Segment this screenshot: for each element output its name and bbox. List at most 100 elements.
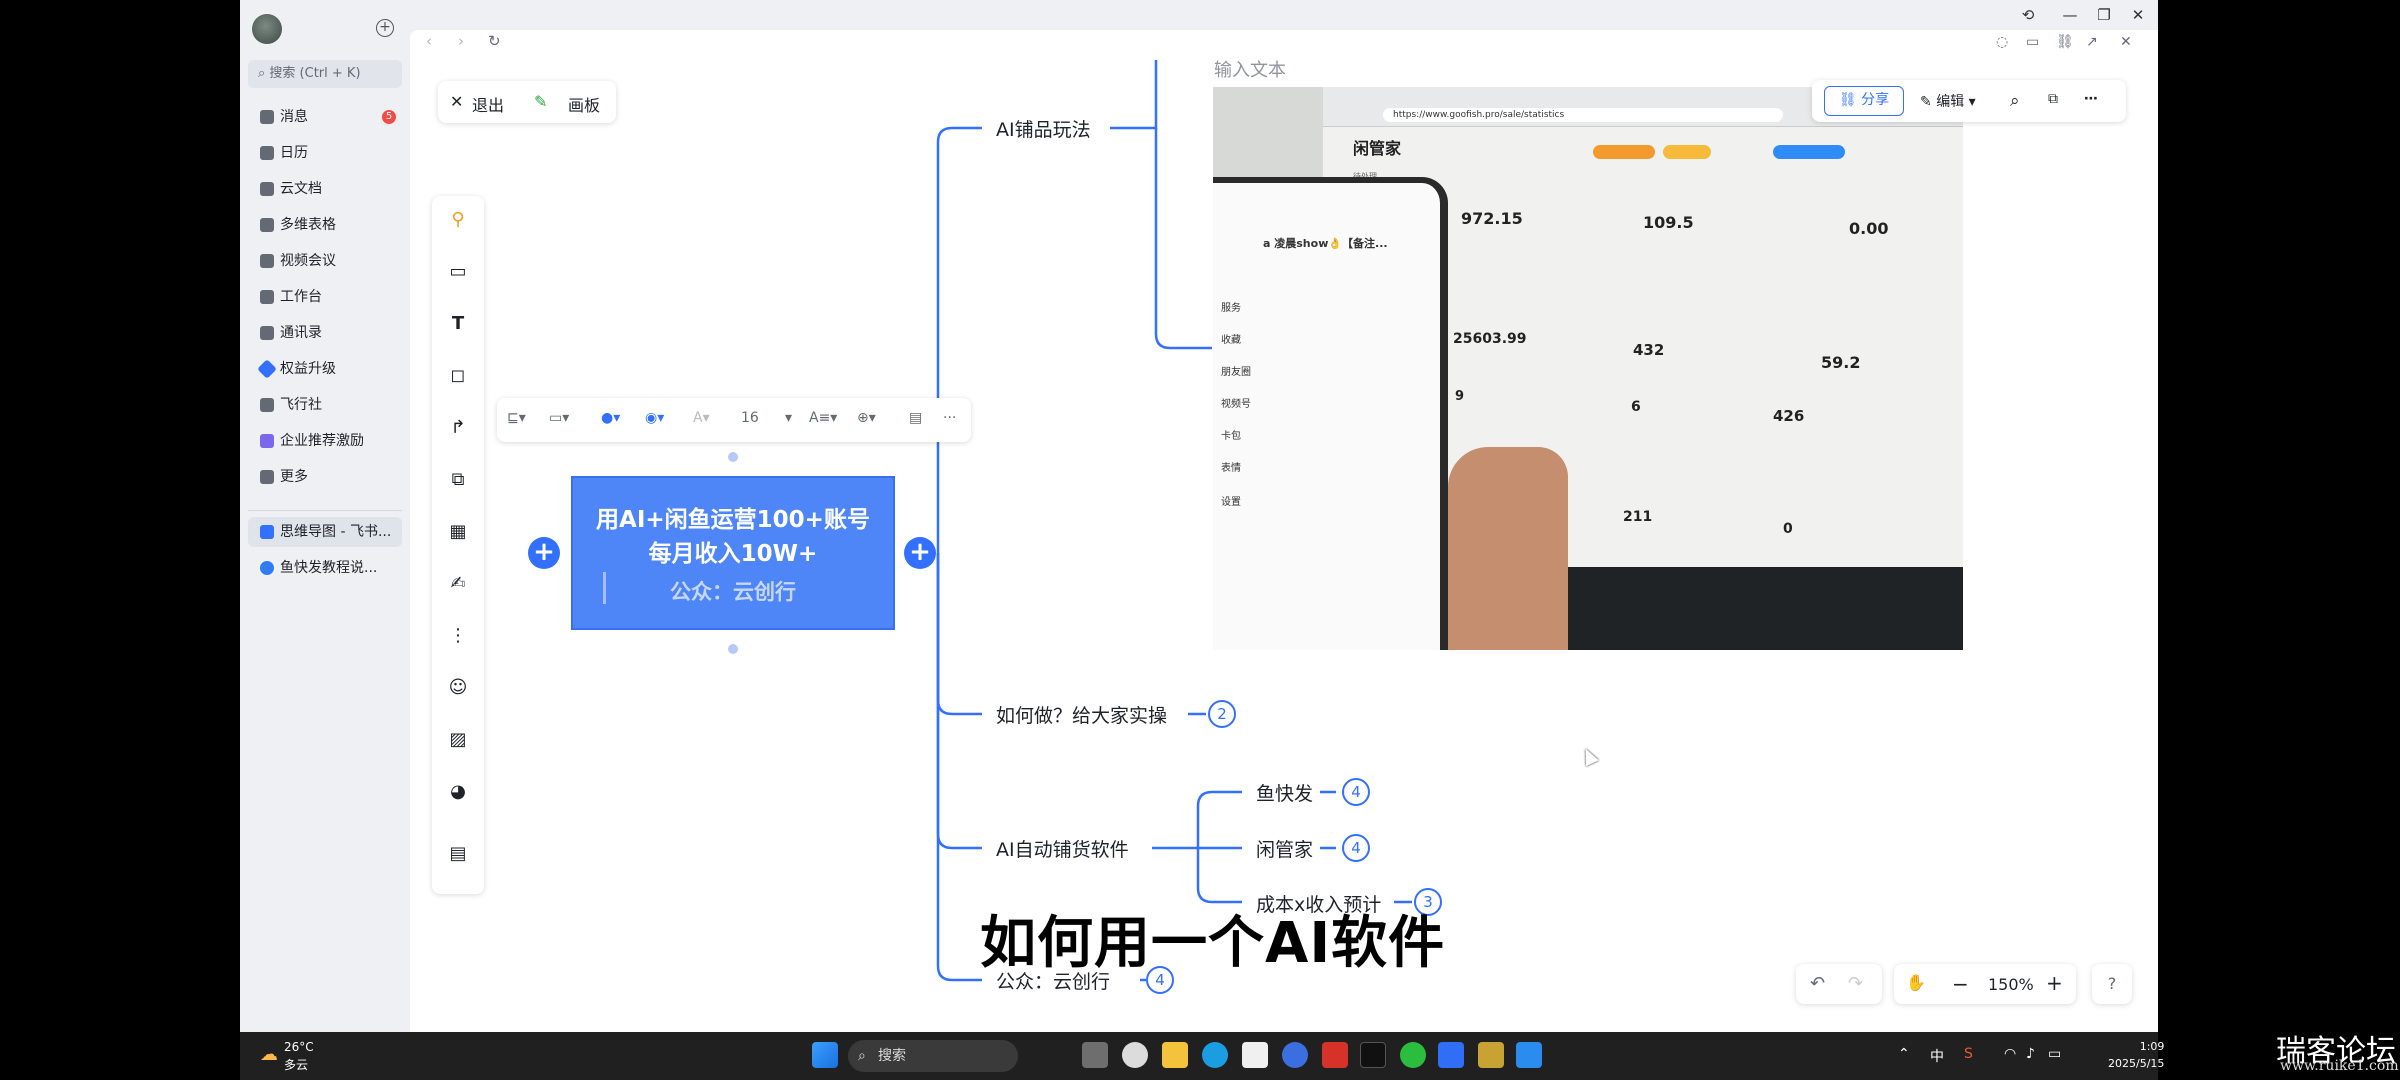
zoom-in-button[interactable]: + (2046, 971, 2063, 995)
window-icon[interactable]: ▭ (2026, 34, 2039, 50)
sidebar-item-meeting[interactable]: 视频会议 (248, 246, 402, 276)
sidebar-item-contacts[interactable]: 通讯录 (248, 318, 402, 348)
app-icon[interactable] (1478, 1042, 1504, 1068)
search-input[interactable]: ⌕ 搜索 (Ctrl + K) (248, 60, 402, 88)
text-style-icon[interactable]: A≡▾ (809, 410, 837, 426)
taskbar-search[interactable]: ⌕ 搜索 (848, 1040, 1018, 1072)
comment-icon[interactable]: ▤ (909, 410, 922, 426)
sidebar-item-workplace[interactable]: 工作台 (248, 282, 402, 312)
rectangle-icon[interactable]: ▭ (444, 258, 472, 286)
close-window-button[interactable]: ✕ (2126, 4, 2150, 26)
back-icon[interactable]: ‹ (426, 32, 432, 56)
image-icon[interactable]: ▨ (444, 726, 472, 754)
open-doc-mindmap[interactable]: 思维导图 - 飞书... (248, 517, 402, 547)
link-icon[interactable]: ⛓ (2056, 34, 2074, 50)
sidebar-item-base[interactable]: 多维表格 (248, 210, 402, 240)
close-icon[interactable]: ✕ (450, 92, 463, 111)
volume-icon[interactable]: ♪ (2026, 1046, 2035, 1062)
add-right-node-button[interactable]: + (904, 537, 936, 569)
feishu-icon[interactable] (1438, 1042, 1464, 1068)
pen-icon[interactable]: ✍ (444, 570, 472, 598)
layers-icon[interactable]: ⧉ (2048, 91, 2058, 107)
sogou-icon[interactable]: S (1964, 1046, 1973, 1062)
collapsed-count-badge[interactable]: 4 (1342, 834, 1370, 862)
add-left-node-button[interactable]: + (528, 537, 560, 569)
forward-icon[interactable]: › (458, 32, 464, 56)
taskbar-clock[interactable]: 1:09 2025/5/15 (2108, 1038, 2164, 1072)
insert-icon[interactable]: ⊕▾ (857, 410, 876, 426)
child-node-yukuaifa[interactable]: 鱼快发 (1256, 779, 1313, 806)
sidebar-item-docs[interactable]: 云文档 (248, 174, 402, 204)
collapsed-count-badge[interactable]: 2 (1208, 700, 1236, 728)
branch-node-how-to[interactable]: 如何做？给大家实操 (996, 701, 1167, 728)
panda-app-icon[interactable] (1242, 1042, 1268, 1068)
mindmap-icon[interactable]: ⋮ (444, 622, 472, 650)
minimize-button[interactable]: — (2058, 4, 2082, 26)
frame-icon[interactable]: ⧉ (444, 466, 472, 494)
browser-icon[interactable] (1282, 1042, 1308, 1068)
open-doc-tutorial[interactable]: 鱼快发教程说... (248, 553, 402, 583)
palette-icon[interactable]: ◕ (444, 778, 472, 806)
edge-icon[interactable] (1202, 1042, 1228, 1068)
wechat-icon[interactable] (1400, 1042, 1426, 1068)
restore-button[interactable]: ❐ (2092, 4, 2116, 26)
chevron-up-icon[interactable]: ⌃ (1898, 1046, 1910, 1062)
board-button[interactable]: 画板 (568, 92, 600, 116)
sidebar-item-more[interactable]: 更多 (248, 462, 402, 492)
fill-color-icon[interactable]: ●▾ (601, 410, 620, 426)
more-icon[interactable]: ⋯ (2084, 91, 2098, 107)
ime-indicator[interactable]: 中 (1930, 1046, 1944, 1066)
redo-icon[interactable]: ↷ (1848, 973, 1863, 994)
capcut-icon[interactable] (1360, 1042, 1386, 1068)
exit-button[interactable]: 退出 (472, 92, 504, 116)
search-icon[interactable]: ⌕ (2010, 91, 2020, 111)
central-node[interactable]: 用AI+闲鱼运营100+账号 每月收入10W+ 公众：云创行 (571, 476, 895, 630)
branch-node-ai-listing[interactable]: AI铺品玩法 (996, 115, 1091, 142)
share-button[interactable]: ⛓ 分享 (1824, 86, 1904, 116)
comment-icon[interactable]: ◌ (1996, 34, 2008, 50)
task-view-icon[interactable] (1082, 1042, 1108, 1068)
photos-icon[interactable] (1516, 1042, 1542, 1068)
history-icon[interactable]: ⟲ (2016, 4, 2040, 26)
edit-mode-button[interactable]: ✎ 编辑 ▾ (1920, 91, 1976, 111)
text-icon[interactable]: T (444, 310, 472, 338)
branch-node-ai-software[interactable]: AI自动铺货软件 (996, 835, 1129, 862)
comment-icon[interactable]: ▤ (444, 840, 472, 868)
zoom-level[interactable]: 150% (1988, 975, 2034, 994)
connector-icon[interactable]: ↱ (444, 414, 472, 442)
battery-icon[interactable]: ▭ (2048, 1046, 2061, 1062)
child-node-xianguanjia[interactable]: 闲管家 (1256, 835, 1313, 862)
refresh-icon[interactable]: ↻ (488, 32, 501, 56)
avatar[interactable] (252, 14, 282, 44)
font-size-select[interactable]: 16 (741, 410, 759, 426)
sidebar-item-calendar[interactable]: 日历 (248, 138, 402, 168)
sidebar-item-community[interactable]: 飞行社 (248, 390, 402, 420)
resize-handle-top[interactable] (728, 452, 738, 462)
sidebar-item-messages[interactable]: 消息 5 (248, 102, 402, 132)
sticky-note-icon[interactable]: ◻ (444, 362, 472, 390)
forward-share-icon[interactable]: ↗ (2086, 34, 2098, 50)
zoom-out-button[interactable]: − (1952, 972, 1969, 996)
ai-search-icon[interactable]: ⚲ (444, 206, 472, 234)
windows-start-icon[interactable] (812, 1042, 838, 1068)
collapsed-count-badge[interactable]: 4 (1342, 778, 1370, 806)
hand-tool-icon[interactable]: ✋ (1906, 973, 1926, 992)
font-color-icon[interactable]: A▾ (693, 410, 710, 426)
sidebar-item-upgrade[interactable]: 权益升级 (248, 354, 402, 384)
sticker-icon[interactable]: ☺ (444, 674, 472, 702)
border-shape-icon[interactable]: ▭▾ (549, 410, 569, 426)
text-input-placeholder[interactable]: 输入文本 (1214, 56, 1286, 82)
border-color-icon[interactable]: ◉▾ (645, 410, 664, 426)
file-explorer-icon[interactable] (1162, 1042, 1188, 1068)
help-icon[interactable]: ? (2092, 964, 2132, 1004)
add-icon[interactable]: + (376, 19, 394, 37)
more-icon[interactable]: ··· (943, 410, 956, 426)
undo-icon[interactable]: ↶ (1810, 973, 1825, 994)
resize-handle-bottom[interactable] (728, 644, 738, 654)
close-doc-icon[interactable]: ✕ (2120, 34, 2132, 50)
layout-icon[interactable]: ⊑▾ (507, 410, 526, 426)
clock-app-icon[interactable] (1122, 1042, 1148, 1068)
sidebar-item-referral[interactable]: 企业推荐激励 (248, 426, 402, 456)
table-icon[interactable]: ▦ (444, 518, 472, 546)
wifi-icon[interactable]: ◠ (2004, 1046, 2016, 1062)
